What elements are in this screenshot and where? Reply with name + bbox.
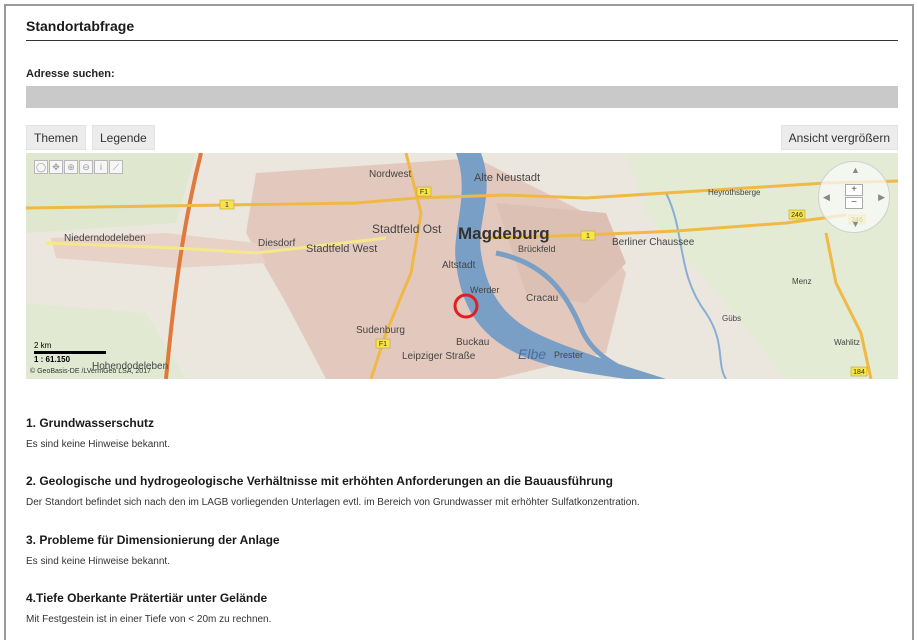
search-label: Adresse suchen: xyxy=(26,68,115,80)
label-berliner-chaussee: Berliner Chaussee xyxy=(612,237,695,248)
label-elbe: Elbe xyxy=(518,346,546,362)
label-heyrothsberge: Heyrothsberge xyxy=(708,188,761,197)
legende-button[interactable]: Legende xyxy=(92,125,155,150)
map-copyright: © GeoBasis-DE /LVermGeo LSA, 2017 xyxy=(30,368,151,375)
scale-bar xyxy=(34,351,106,354)
label-prester: Prester xyxy=(554,350,583,360)
label-stadtfeld-ost: Stadtfeld Ost xyxy=(372,222,442,236)
scale-ratio: 1 : 61.150 xyxy=(34,355,71,364)
themen-button[interactable]: Themen xyxy=(26,125,87,150)
label-buckau: Buckau xyxy=(456,337,489,348)
zoom-out-icon[interactable]: ⊖ xyxy=(79,160,93,174)
section-praetertiaer: 4.Tiefe Oberkante Prätertiär unter Gelän… xyxy=(26,591,898,625)
scale-distance: 2 km xyxy=(34,341,52,350)
section-heading: 3. Probleme für Dimensionierung der Anla… xyxy=(26,533,280,547)
label-diesdorf: Diesdorf xyxy=(258,238,295,249)
map-view[interactable]: Nordwest Alte Neustadt Stadtfeld Ost Mag… xyxy=(26,153,898,379)
label-gubs: Gübs xyxy=(722,314,741,323)
address-search-input[interactable] xyxy=(26,86,898,108)
section-heading: 2. Geologische und hydrogeologische Verh… xyxy=(26,474,613,488)
map-canvas: Nordwest Alte Neustadt Stadtfeld Ost Mag… xyxy=(26,153,898,379)
map-navigation-control: ▲ ▼ ◀ ▶ + − xyxy=(818,161,890,233)
enlarge-view-button[interactable]: Ansicht vergrößern xyxy=(780,125,898,150)
label-niederndodeleben: Niederndodeleben xyxy=(64,233,146,244)
section-geologie: 2. Geologische und hydrogeologische Verh… xyxy=(26,474,898,508)
nav-zoom-in-button[interactable]: + xyxy=(845,184,863,196)
section-text: Es sind keine Hinweise bekannt. xyxy=(26,439,170,450)
shield-b1-east-label: 1 xyxy=(586,233,590,240)
label-stadtfeld-west: Stadtfeld West xyxy=(306,243,377,255)
pan-left-icon[interactable]: ◀ xyxy=(823,192,830,203)
nav-zoom-out-button[interactable]: − xyxy=(845,197,863,209)
info-icon[interactable]: i xyxy=(94,160,108,174)
zoom-in-icon[interactable]: ⊕ xyxy=(64,160,78,174)
pan-right-icon[interactable]: ▶ xyxy=(878,192,885,203)
shield-f1-north-label: F1 xyxy=(420,189,428,196)
globe-icon[interactable]: ◯ xyxy=(34,160,48,174)
measure-icon[interactable]: ⟋ xyxy=(109,160,123,174)
section-grundwasserschutz: 1. Grundwasserschutz Es sind keine Hinwe… xyxy=(26,416,898,450)
section-text: Der Standort befindet sich nach den im L… xyxy=(26,497,640,508)
label-magdeburg: Magdeburg xyxy=(458,224,550,243)
shield-b184-label: 184 xyxy=(853,369,865,376)
section-text: Es sind keine Hinweise bekannt. xyxy=(26,556,170,567)
pan-down-icon[interactable]: ▼ xyxy=(851,219,860,229)
label-cracau: Cracau xyxy=(526,293,558,304)
title-divider xyxy=(26,40,898,41)
shield-b1-west-label: 1 xyxy=(225,202,229,209)
label-altstadt: Altstadt xyxy=(442,260,476,271)
label-werder: Werder xyxy=(470,285,499,295)
label-nordwest: Nordwest xyxy=(369,169,411,180)
section-heading: 4.Tiefe Oberkante Prätertiär unter Gelän… xyxy=(26,591,268,605)
pan-up-icon[interactable]: ▲ xyxy=(851,165,860,175)
pan-icon[interactable]: ✥ xyxy=(49,160,63,174)
shield-b246a-label: 246 xyxy=(791,212,803,219)
label-brueckfeld: Brückfeld xyxy=(518,244,556,254)
label-alte-neustadt: Alte Neustadt xyxy=(474,172,540,184)
shield-f1-south-label: F1 xyxy=(379,341,387,348)
content-area: Standortabfrage Adresse suchen: Themen L… xyxy=(26,6,898,640)
section-text: Mit Festgestein ist in einer Tiefe von <… xyxy=(26,614,272,625)
map-toolbar: ◯ ✥ ⊕ ⊖ i ⟋ xyxy=(34,160,123,174)
label-wahlitz: Wahlitz xyxy=(834,338,860,347)
section-heading: 1. Grundwasserschutz xyxy=(26,416,155,430)
page-frame: Standortabfrage Adresse suchen: Themen L… xyxy=(4,4,914,640)
label-menz: Menz xyxy=(792,277,812,286)
label-leipziger-strasse: Leipziger Straße xyxy=(402,351,476,362)
label-sudenburg: Sudenburg xyxy=(356,325,405,336)
map-scale: 2 km 1 : 61.150 xyxy=(34,341,106,364)
section-dimensionierung: 3. Probleme für Dimensionierung der Anla… xyxy=(26,533,898,567)
page-title: Standortabfrage xyxy=(26,18,135,34)
